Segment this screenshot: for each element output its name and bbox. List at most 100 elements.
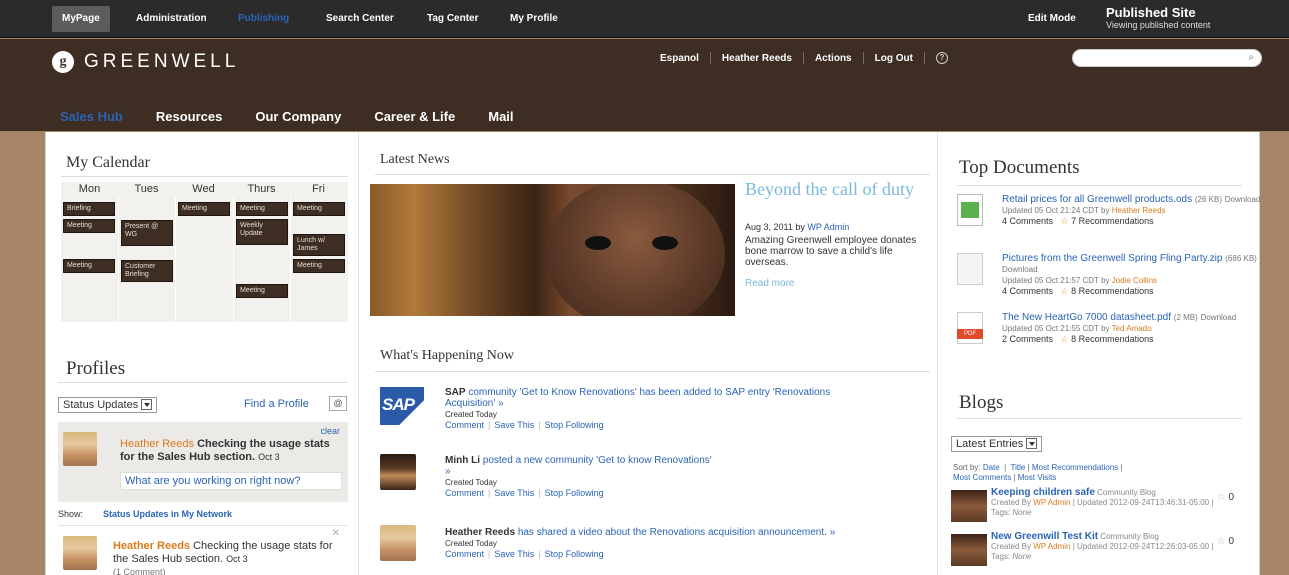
- blog-filter-select[interactable]: Latest Entries: [951, 436, 1043, 452]
- document-comments[interactable]: 4 Comments: [1002, 216, 1053, 226]
- download-link[interactable]: Download: [1225, 195, 1261, 204]
- divider: |: [488, 488, 491, 498]
- nav-career-life[interactable]: Career & Life: [374, 109, 455, 124]
- read-more-link[interactable]: Read more: [745, 278, 794, 289]
- blog-author[interactable]: WP Admin: [1033, 498, 1070, 507]
- feed-actor[interactable]: Heather Reeds: [445, 527, 515, 538]
- blog-rating[interactable]: ☆ 0: [1217, 536, 1234, 547]
- calendar-event[interactable]: Meeting: [293, 259, 345, 273]
- document-owner[interactable]: Ted Amado: [1112, 324, 1152, 333]
- tab-tag-center[interactable]: Tag Center: [417, 0, 489, 38]
- calendar-event[interactable]: Lunch w/ James: [293, 234, 345, 256]
- calendar-event[interactable]: Customer Briefing: [121, 260, 173, 282]
- comment-link[interactable]: Comment: [445, 549, 484, 559]
- calendar-event[interactable]: Meeting: [178, 202, 230, 216]
- calendar-event[interactable]: Present @ WG: [121, 220, 173, 246]
- feed-actor[interactable]: Minh Li: [445, 455, 480, 466]
- news-headline[interactable]: Beyond the call of duty: [745, 180, 925, 199]
- search-input[interactable]: ⌕: [1072, 49, 1262, 67]
- document-comments[interactable]: 4 Comments: [1002, 286, 1053, 296]
- tab-mypage[interactable]: MyPage: [52, 6, 110, 32]
- document-name[interactable]: The New HeartGo 7000 datasheet.pdf: [1002, 312, 1171, 323]
- document-name[interactable]: Retail prices for all Greenwell products…: [1002, 194, 1192, 205]
- calendar-event[interactable]: Meeting: [293, 202, 345, 216]
- calendar-event[interactable]: Meeting: [236, 284, 288, 298]
- status-input[interactable]: What are you working on right now?: [120, 472, 342, 490]
- espanol-link[interactable]: Espanol: [660, 53, 699, 64]
- tab-search-center[interactable]: Search Center: [316, 0, 404, 38]
- whats-happening-title: What's Happening Now: [380, 348, 514, 363]
- save-link[interactable]: Save This: [494, 549, 534, 559]
- stop-following-link[interactable]: Stop Following: [545, 420, 604, 430]
- search-icon[interactable]: ⌕: [1248, 52, 1254, 63]
- document-recommendations[interactable]: 8 Recommendations: [1071, 286, 1154, 296]
- network-filter-link[interactable]: Status Updates in My Network: [103, 509, 232, 519]
- feed-text[interactable]: has shared a video about the Renovations…: [518, 527, 827, 538]
- document-recommendations[interactable]: 8 Recommendations: [1071, 334, 1154, 344]
- calendar-event[interactable]: Weekly Update: [236, 219, 288, 245]
- post-author[interactable]: Heather Reeds: [113, 540, 190, 552]
- more-link[interactable]: »: [445, 466, 451, 477]
- document-name[interactable]: Pictures from the Greenwell Spring Fling…: [1002, 253, 1222, 264]
- calendar-event[interactable]: Meeting: [236, 202, 288, 216]
- divider: [58, 382, 348, 383]
- feed-meta: Created Today: [445, 539, 497, 548]
- save-link[interactable]: Save This: [494, 488, 534, 498]
- download-link[interactable]: Download: [1201, 313, 1237, 322]
- more-link[interactable]: »: [830, 527, 836, 538]
- feed-meta: Created Today: [445, 478, 497, 487]
- document-comments[interactable]: 2 Comments: [1002, 334, 1053, 344]
- nav-mail[interactable]: Mail: [488, 109, 513, 124]
- tab-publishing[interactable]: Publishing: [228, 0, 299, 38]
- download-link[interactable]: Download: [1002, 265, 1038, 274]
- stop-following-link[interactable]: Stop Following: [545, 549, 604, 559]
- greenwell-logo[interactable]: g GREENWELL: [52, 51, 239, 73]
- clear-link[interactable]: clear: [320, 426, 340, 436]
- actions-menu[interactable]: Actions: [815, 53, 852, 64]
- blog-author[interactable]: WP Admin: [1033, 542, 1070, 551]
- nav-our-company[interactable]: Our Company: [255, 109, 341, 124]
- find-profile-link[interactable]: Find a Profile: [244, 398, 309, 410]
- sort-most-visits[interactable]: Most Visits: [1018, 473, 1057, 482]
- comment-link[interactable]: Comment: [445, 488, 484, 498]
- chevron-down-icon[interactable]: [1026, 437, 1038, 449]
- blog-rating[interactable]: ☆ 0: [1217, 492, 1234, 503]
- status-filter-select[interactable]: Status Updates: [58, 397, 158, 413]
- tab-my-profile[interactable]: My Profile: [500, 0, 568, 38]
- calendar-event[interactable]: Meeting: [63, 219, 115, 233]
- document-owner[interactable]: Heather Reeds: [1112, 206, 1166, 215]
- sort-title[interactable]: Title: [1011, 463, 1026, 472]
- sort-most-recommendations[interactable]: Most Recommendations: [1032, 463, 1118, 472]
- document-owner[interactable]: Jodie Collins: [1112, 276, 1157, 285]
- nav-resources[interactable]: Resources: [156, 109, 222, 124]
- chevron-down-icon[interactable]: [141, 398, 153, 410]
- status-author[interactable]: Heather Reeds: [120, 438, 194, 450]
- news-author[interactable]: WP Admin: [807, 222, 849, 232]
- edit-mode-button[interactable]: Edit Mode: [1018, 0, 1086, 38]
- feed-text[interactable]: posted a new community 'Get to know Reno…: [483, 455, 712, 466]
- logout-link[interactable]: Log Out: [875, 53, 913, 64]
- news-photo[interactable]: 1 2 3: [370, 184, 735, 316]
- feed-actor[interactable]: SAP: [445, 387, 466, 398]
- sort-date[interactable]: Date: [983, 463, 1000, 472]
- close-icon[interactable]: ✕: [332, 528, 340, 539]
- comment-count[interactable]: (1 Comment): [113, 566, 343, 575]
- save-link[interactable]: Save This: [494, 420, 534, 430]
- star-icon[interactable]: ☆: [1217, 492, 1226, 503]
- blog-entry-title[interactable]: New Greenwill Test Kit: [991, 531, 1098, 542]
- calendar-event[interactable]: Briefing: [63, 202, 115, 216]
- comment-link[interactable]: Comment: [445, 420, 484, 430]
- blog-entry-title[interactable]: Keeping children safe: [991, 487, 1095, 498]
- star-icon[interactable]: ☆: [1217, 536, 1226, 547]
- directory-icon[interactable]: @: [329, 396, 347, 411]
- calendar-event[interactable]: Meeting: [63, 259, 115, 273]
- nav-sales-hub[interactable]: Sales Hub: [60, 109, 123, 124]
- divider: [175, 196, 176, 322]
- tab-administration[interactable]: Administration: [126, 0, 217, 38]
- more-link[interactable]: »: [498, 398, 504, 409]
- document-recommendations[interactable]: 7 Recommendations: [1071, 216, 1154, 226]
- user-name-link[interactable]: Heather Reeds: [722, 53, 792, 64]
- sort-most-comments[interactable]: Most Comments: [953, 473, 1011, 482]
- stop-following-link[interactable]: Stop Following: [545, 488, 604, 498]
- help-icon[interactable]: ?: [935, 52, 948, 64]
